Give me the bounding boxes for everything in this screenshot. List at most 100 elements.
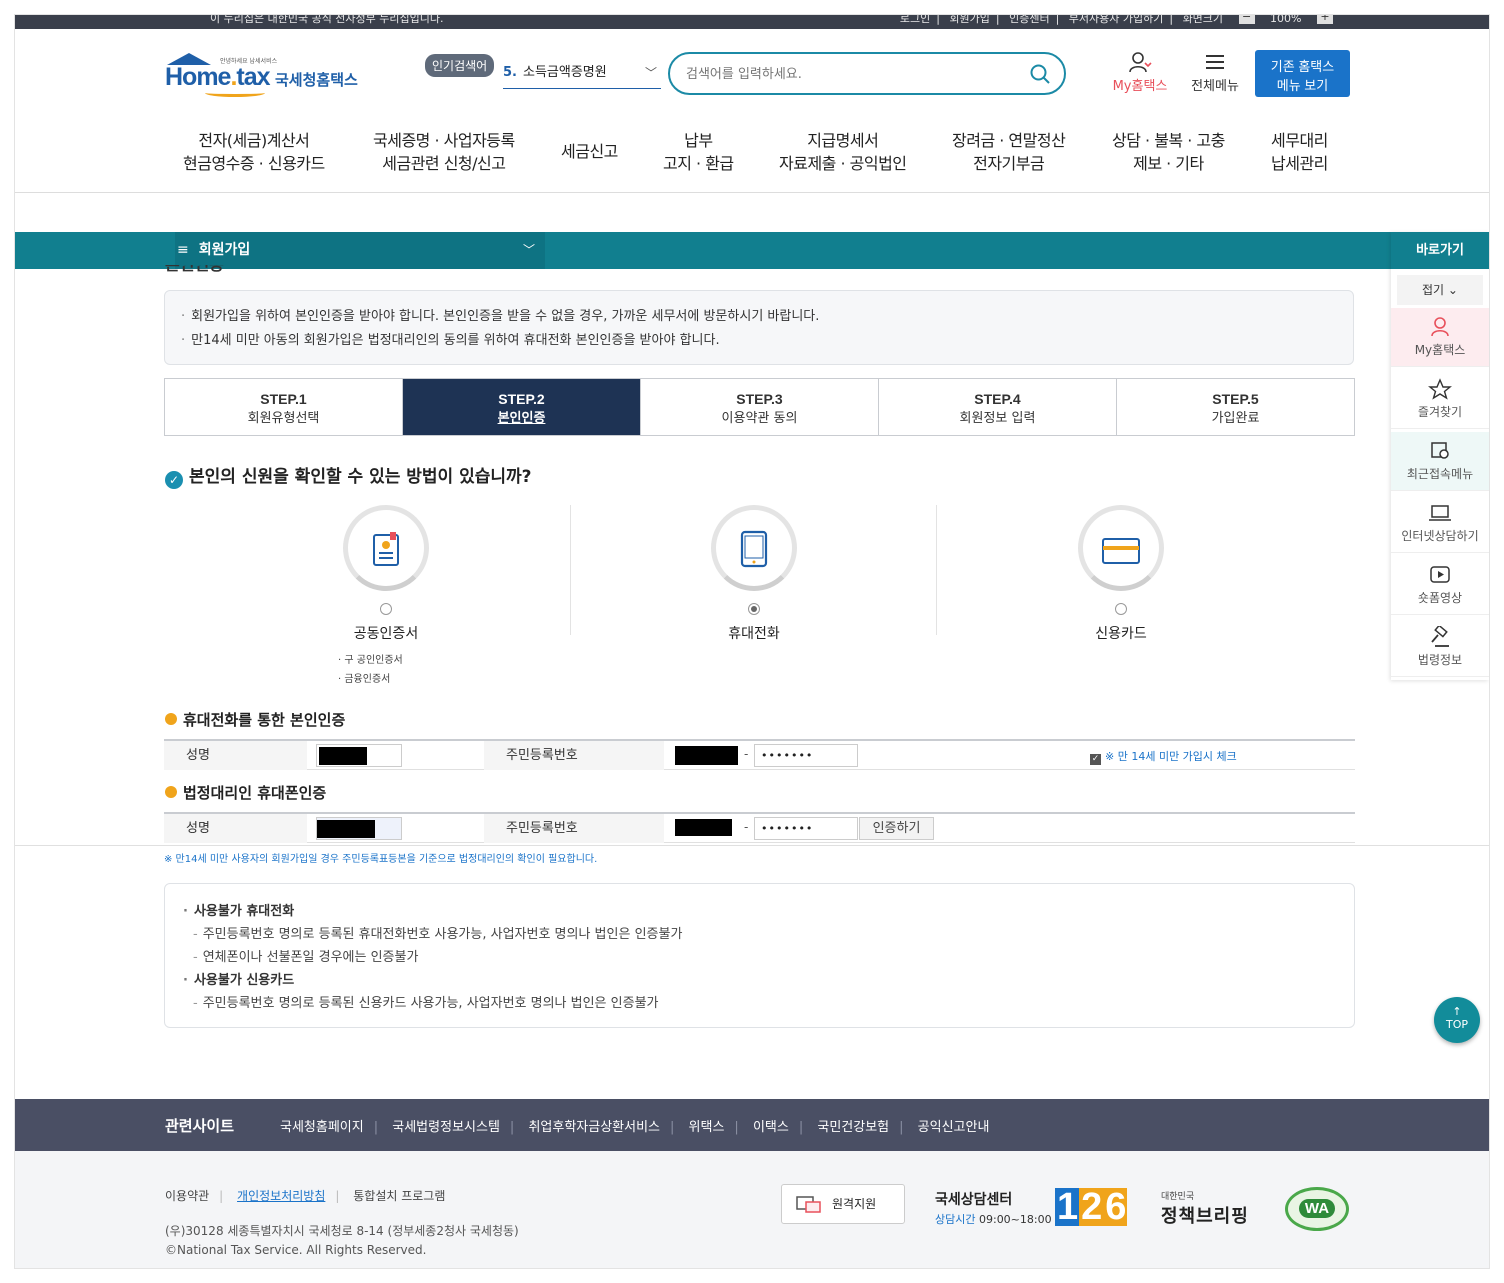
utility-bar: 이 누리집은 대한민국 공식 전자정부 누리집입니다. 로그인 | 회원가입 | 인… <box>15 15 1489 29</box>
method-joint-certificate[interactable]: 공동인증서 구 공인인증서금융인증서 <box>266 505 506 689</box>
info-line: 회원가입을 위하여 본인인증을 받아야 합니다. 본인인증을 받을 수 없을 경… <box>181 305 1337 329</box>
verify-button[interactable]: 인증하기 <box>859 817 934 840</box>
unusable-notice-box: 사용불가 휴대전화 주민등록번호 명의로 등록된 휴대전화번호 사용가능, 사업… <box>164 883 1355 1028</box>
related-sites-links: 국세청홈페이지 | 국세법령정보시스템 | 취업후학자금상환서비스 | 위택스 | 이택… <box>280 1120 990 1135</box>
related-link[interactable]: 국민건강보험 <box>817 1120 889 1135</box>
gnb-tax-report[interactable]: 세금신고 <box>561 140 618 163</box>
radio-mobile-phone[interactable] <box>748 603 760 615</box>
search-input[interactable] <box>686 62 1006 86</box>
chevron-down-icon: ⌄ <box>1447 283 1458 297</box>
gnb-consult[interactable]: 상담 · 불복 · 고충 제보 · 기타 <box>1112 129 1225 175</box>
rrn-back-input[interactable]: ••••••• <box>754 744 858 767</box>
page-title: 본인인증 <box>165 265 224 273</box>
guardian-rrn-back-input[interactable]: ••••••• <box>754 817 858 840</box>
web-accessibility-mark: WA <box>1285 1187 1349 1231</box>
footer-address: (우)30128 세종특별자치시 국세청로 8-14 (정부세종2청사 국세청동… <box>165 1224 519 1257</box>
signup-link[interactable]: 회원가입 <box>949 15 989 25</box>
name-input[interactable] <box>316 744 402 767</box>
login-link[interactable]: 로그인 <box>900 15 930 25</box>
all-menu-button[interactable]: 전체메뉴 <box>1185 51 1245 94</box>
policy-briefing-logo[interactable]: 대한민국 정책브리핑 <box>1161 1189 1249 1228</box>
bullet-dot-icon <box>165 786 177 798</box>
gnb-tax-agent[interactable]: 세무대리 납세관리 <box>1271 129 1328 175</box>
phone-auth-row: 성명 주민등록번호 - ••••••• ✓ ※ 만 14세 미만 가입시 체크 <box>164 739 1355 770</box>
checkbox-checked-icon[interactable]: ✓ <box>1090 754 1101 765</box>
under-14-checkbox[interactable]: ✓ ※ 만 14세 미만 가입시 체크 <box>1090 748 1237 765</box>
mobile-phone-icon <box>711 505 797 591</box>
zoom-out-button[interactable]: − <box>1238 15 1255 24</box>
step-5: STEP.5 가입완료 <box>1211 391 1260 426</box>
method-label: 공동인증서 <box>353 626 419 642</box>
quick-favorites[interactable]: 즐겨찾기 <box>1391 370 1489 429</box>
check-circle-icon: ✓ <box>165 471 183 489</box>
credit-card-icon <box>1078 505 1164 591</box>
star-icon <box>1428 378 1452 400</box>
quick-online-consult[interactable]: 인터넷상담하기 <box>1391 494 1489 553</box>
related-link[interactable]: 이택스 <box>753 1120 789 1135</box>
quick-fold-button[interactable]: 접기 ⌄ <box>1397 275 1483 305</box>
popular-rank: 5. <box>503 65 517 80</box>
gnb-statements[interactable]: 지급명세서 자료제출 · 공익법인 <box>779 129 907 175</box>
my-hometax-button[interactable]: My홈택스 <box>1108 51 1172 94</box>
guardian-rrn-front-input[interactable] <box>675 819 732 836</box>
scroll-top-button[interactable]: ↑ TOP <box>1434 997 1480 1043</box>
info-notice-box: 회원가입을 위하여 본인인증을 받아야 합니다. 본인인증을 받을 수 없을 경… <box>164 290 1354 365</box>
signup-steps: STEP.1 회원유형선택 STEP.2 본인인증 STEP.3 이용약관 동의 ST… <box>164 378 1355 436</box>
radio-credit-card[interactable] <box>1115 603 1127 615</box>
screen-size-label: 화면크기 <box>1182 15 1224 25</box>
zoom-in-button[interactable]: + <box>1317 15 1333 24</box>
bullet-dot-icon <box>165 713 177 725</box>
rrn-front-input[interactable] <box>675 746 738 765</box>
legacy-menu-button[interactable]: 기존 홈택스메뉴 보기 <box>1255 50 1350 97</box>
global-nav: 전자(세금)계산서 현금영수증 · 신용카드 국세증명 · 사업자등록 세금관련 신… <box>15 123 1489 193</box>
remote-support-button[interactable]: 원격지원 <box>781 1184 905 1224</box>
gnb-einvoice[interactable]: 전자(세금)계산서 현금영수증 · 신용카드 <box>183 129 325 175</box>
chevron-down-icon[interactable]: ﹀ <box>645 57 657 89</box>
related-link[interactable]: 국세청홈페이지 <box>280 1120 364 1135</box>
breadcrumb-arrow-icon <box>535 232 545 269</box>
chevron-down-icon[interactable]: ﹀ <box>523 232 535 269</box>
radio-joint-certificate[interactable] <box>380 603 392 615</box>
zoom-level: 100% <box>1270 15 1302 25</box>
legacy-line2: 메뉴 보기 <box>1276 77 1329 93</box>
related-link[interactable]: 취업후학자금상환서비스 <box>528 1120 660 1135</box>
play-icon <box>1430 566 1450 583</box>
quick-recent-menu[interactable]: 최근접속메뉴 <box>1391 432 1489 491</box>
legacy-line1: 기존 홈택스 <box>1270 58 1335 74</box>
gnb-incentive[interactable]: 장려금 · 연말정산 전자기부금 <box>952 129 1066 175</box>
user-icon <box>1431 317 1449 337</box>
privacy-link[interactable]: 개인정보처리방침 <box>237 1189 325 1203</box>
related-link[interactable]: 위택스 <box>689 1120 725 1135</box>
quick-law-info[interactable]: 법령정보 <box>1391 618 1489 677</box>
gov-notice: 이 누리집은 대한민국 공식 전자정부 누리집입니다. <box>210 15 444 25</box>
gnb-certificate[interactable]: 국세증명 · 사업자등록 세금관련 신청/신고 <box>373 129 515 175</box>
related-link[interactable]: 국세법령정보시스템 <box>392 1120 500 1135</box>
popular-search-badge: 인기검색어 <box>425 54 495 77</box>
cert-center-link[interactable]: 인증센터 <box>1009 15 1049 25</box>
quick-my-hometax[interactable]: My홈택스 <box>1391 308 1489 367</box>
location-menu-label: 회원가입 <box>198 242 251 258</box>
method-mobile-phone[interactable]: 휴대전화 <box>634 505 874 643</box>
gnb-payment[interactable]: 납부 고지 · 환급 <box>663 129 734 175</box>
popular-keyword[interactable]: 소득금액증명원 <box>523 65 607 80</box>
utility-links: 로그인 | 회원가입 | 인증센터 | 부서사용자 가입하기 | 화면크기 − 100%… <box>894 15 1339 26</box>
my-hometax-label: My홈택스 <box>1112 79 1168 94</box>
all-menu-label: 전체메뉴 <box>1191 79 1239 94</box>
install-program-link[interactable]: 통합설치 프로그램 <box>353 1189 445 1203</box>
search-icon[interactable] <box>1030 64 1050 84</box>
remote-monitor-icon <box>796 1196 821 1213</box>
hometax-logo[interactable]: 안녕하세요 납세서비스 Home.tax 국세청홈택스 <box>165 53 365 98</box>
location-menu-dropdown[interactable]: ≡ 회원가입 ﹀ <box>175 232 545 269</box>
quick-shortform-video[interactable]: 숏폼영상 <box>1391 556 1489 615</box>
related-link[interactable]: 공익신고안내 <box>918 1120 990 1135</box>
gavel-icon <box>1431 626 1449 647</box>
guardian-note: ※ 만14세 미만 사용자의 회원가입일 경우 주민등록표등본을 기준으로 법정… <box>164 854 598 865</box>
terms-link[interactable]: 이용약관 <box>165 1189 209 1203</box>
dept-user-link[interactable]: 부서사용자 가입하기 <box>1069 15 1164 25</box>
logo-korean: 국세청홈택스 <box>275 71 358 89</box>
method-label: 신용카드 <box>1095 626 1147 642</box>
step-1: STEP.1 회원유형선택 <box>165 379 403 435</box>
popular-search-dropdown[interactable]: 5. 소득금액증명원 ﹀ <box>503 57 661 89</box>
method-credit-card[interactable]: 신용카드 <box>1001 505 1241 643</box>
guardian-name-input[interactable] <box>316 817 402 840</box>
